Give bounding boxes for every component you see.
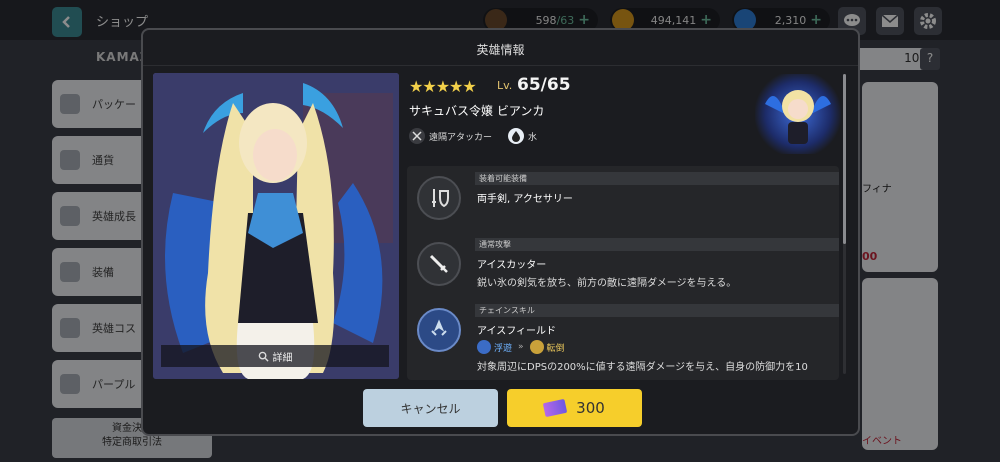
hero-portrait: 詳細	[153, 73, 399, 379]
skill-name: アイスフィールド	[477, 326, 556, 337]
star-rating: ★★★★★	[409, 77, 477, 96]
chain-from-label: 浮遊	[494, 343, 513, 354]
hero-chibi-image	[765, 90, 831, 144]
double-chevron-icon: »	[518, 342, 524, 352]
scrollbar-thumb[interactable]	[843, 74, 846, 244]
info-scrollbar[interactable]	[843, 74, 846, 374]
modal-title: 英雄情報	[143, 30, 858, 66]
skill-list: 装着可能装備 両手剣, アクセサリー 通常攻撃 アイスカッター 鋭い氷の剣気を放…	[407, 166, 839, 380]
chain-to-label: 転倒	[546, 343, 565, 354]
detail-button-label: 詳細	[272, 352, 293, 364]
cancel-button[interactable]: キャンセル	[363, 389, 498, 427]
skill-description: 鋭い氷の剣気を放ち、前方の敵に遠隔ダメージを与える。	[477, 278, 737, 289]
float-icon	[477, 340, 491, 354]
chain-condition: 浮遊 » 転倒	[477, 340, 565, 354]
hero-name: サキュバス令嬢 ビアンカ	[409, 104, 545, 118]
level-value: 65/65	[517, 75, 571, 95]
skill-name: アイスカッター	[477, 260, 547, 271]
knockdown-icon	[529, 340, 544, 354]
role-tag: 遠隔アタッカー	[409, 128, 492, 144]
hero-illustration	[153, 73, 399, 379]
role-label: 遠隔アタッカー	[429, 132, 493, 143]
crossed-swords-icon	[409, 128, 425, 144]
magnifier-icon	[258, 351, 269, 362]
purchase-button[interactable]: 300	[507, 389, 642, 427]
skill-description: 対象周辺にDPSの200%に値する遠隔ダメージを与え、自身の防御力を10	[477, 362, 808, 373]
ice-skill-icon	[417, 308, 461, 352]
detail-button[interactable]: 詳細	[161, 345, 389, 367]
skill-name: 両手剣, アクセサリー	[477, 194, 573, 205]
water-drop-icon	[508, 128, 525, 144]
skill-header: 装着可能装備	[475, 172, 839, 185]
hero-info-modal: 英雄情報 詳細 ★★★★★ Lv. 65/65 サキュバス令嬢 ビアンカ 遠隔ア…	[141, 28, 860, 436]
ticket-icon	[542, 398, 568, 418]
skill-header: チェインスキル	[475, 304, 839, 317]
equipment-icon	[417, 176, 461, 220]
level-label: Lv.	[497, 79, 513, 92]
skill-header: 通常攻撃	[475, 238, 839, 251]
element-label: 水	[528, 132, 538, 143]
hero-thumbnail	[755, 74, 841, 154]
element-tag: 水	[508, 128, 537, 144]
purchase-price: 300	[576, 399, 605, 417]
chain-skill-section: チェインスキル アイスフィールド 浮遊 » 転倒 対象周辺にDPSの200%に値…	[411, 300, 839, 380]
equipment-section: 装着可能装備 両手剣, アクセサリー	[411, 168, 839, 230]
hero-info-panel: ★★★★★ Lv. 65/65 サキュバス令嬢 ビアンカ 遠隔アタッカー 水 装…	[405, 70, 849, 380]
hero-tags: 遠隔アタッカー 水	[409, 128, 553, 144]
normal-attack-section: 通常攻撃 アイスカッター 鋭い氷の剣気を放ち、前方の敵に遠隔ダメージを与える。	[411, 234, 839, 296]
sword-icon	[417, 242, 461, 286]
